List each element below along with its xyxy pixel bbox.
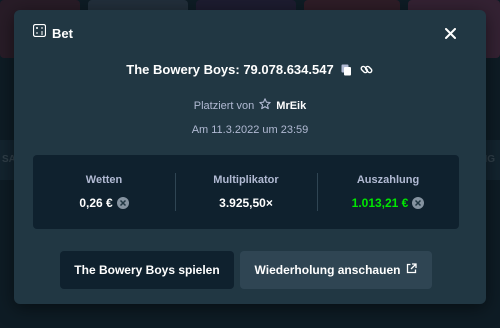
payout-value-row: 1.013,21 € [352,196,425,210]
wager-label: Wetten [85,174,123,186]
wager-value-row: 0,26 € [79,196,129,210]
game-bet-id: The Bowery Boys: 79.078.634.547 [126,62,334,77]
currency-coin-icon [412,197,425,209]
share-link-button[interactable] [360,63,374,77]
link-icon [360,65,373,74]
bet-id-line: The Bowery Boys: 79.078.634.547 [14,62,486,77]
play-game-label: The Bowery Boys spielen [74,263,220,277]
bet-date: Am 11.3.2022 um 23:59 [191,124,309,136]
external-link-icon [406,263,418,277]
username-link[interactable]: MrEik [276,100,306,112]
currency-coin-icon [116,197,129,209]
multiplier-value: 3.925,50× [219,196,273,210]
wager-stat: Wetten 0,26 € [33,155,175,229]
payout-stat: Auszahlung 1.013,21 € [317,155,459,229]
star-icon [259,98,272,113]
placed-by-line: Platziert von MrEik [14,98,486,113]
copy-icon [341,64,352,75]
payout-value: 1.013,21 € [351,196,409,210]
close-icon [444,27,456,39]
multiplier-stat: Multiplikator 3.925,50× [175,155,317,229]
bet-slip-icon [32,23,47,42]
watch-replay-label: Wiederholung anschauen [254,263,401,277]
multiplier-label: Multiplikator [213,174,279,186]
close-button[interactable] [441,24,459,42]
wager-value: 0,26 € [79,196,113,210]
placed-by-label: Platziert von [193,99,255,112]
payout-label: Auszahlung [356,174,420,186]
bet-details-modal: Bet The Bowery Boys: 79.078.634.547 Plat… [14,10,486,304]
copy-button[interactable] [340,63,354,77]
modal-header: Bet [32,23,73,42]
modal-title: Bet [52,25,73,41]
bet-stats-panel: Wetten 0,26 € Multiplikator 3.925,50× Au… [33,155,459,229]
play-game-button[interactable]: The Bowery Boys spielen [60,251,234,289]
watch-replay-button[interactable]: Wiederholung anschauen [240,251,432,289]
